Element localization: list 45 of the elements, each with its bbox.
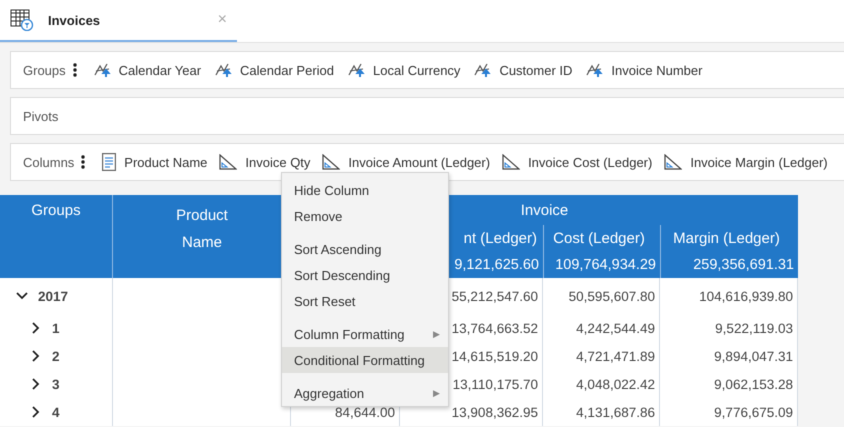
- group-field[interactable]: Local Currency: [373, 62, 460, 78]
- column-field[interactable]: Invoice Cost (Ledger): [528, 154, 652, 170]
- table-cell: 4,131,687.86: [576, 404, 655, 420]
- submenu-arrow-icon: ▶: [433, 388, 440, 398]
- submenu-arrow-icon: ▶: [433, 329, 440, 339]
- table-cell: 4,721,471.89: [576, 348, 655, 364]
- group-label: 3: [52, 376, 60, 392]
- menu-item[interactable]: Conditional Formatting: [282, 347, 448, 373]
- table-cell: 9,522,119.03: [715, 320, 793, 336]
- table-cell: 84,644.00: [334, 404, 395, 420]
- table-cell: 13,764,663.52: [452, 320, 538, 336]
- group-field[interactable]: Calendar Year: [118, 62, 202, 78]
- menu-item[interactable]: Column Formatting ▶: [282, 321, 448, 347]
- table-cell: 13,908,362.95: [452, 404, 538, 420]
- header-cell[interactable]: Groups: [0, 195, 113, 278]
- menu-item[interactable]: Sort Reset: [282, 288, 448, 314]
- group-field[interactable]: Calendar Period: [240, 62, 334, 78]
- header-cell[interactable]: Margin (Ledger): [660, 225, 798, 252]
- group-label: 1: [52, 320, 60, 336]
- column-field[interactable]: Invoice Margin (Ledger): [690, 154, 828, 170]
- table-cell: 9,894,047.31: [714, 348, 793, 364]
- group-label: 2: [52, 348, 60, 364]
- group-label: 2017: [38, 288, 68, 304]
- table-cell: 9,062,153.28: [714, 376, 793, 392]
- group-field[interactable]: Invoice Number: [611, 62, 702, 78]
- total-cell: 109,764,934.29: [543, 252, 660, 278]
- table-cell: 9,776,675.09: [714, 404, 793, 420]
- group-label: 4: [52, 404, 60, 420]
- menu-item[interactable]: Aggregation ▶: [282, 380, 448, 406]
- table-cell: 50,595,607.80: [568, 288, 655, 304]
- column-field[interactable]: Invoice Amount (Ledger): [348, 154, 490, 170]
- header-cell[interactable]: Cost (Ledger): [543, 225, 660, 252]
- table-cell: 4,242,544.49: [576, 320, 655, 336]
- panel-label: Groups: [23, 62, 66, 78]
- panel-label: Columns: [23, 154, 74, 170]
- table-cell: 14,615,519.20: [452, 348, 538, 364]
- table-cell: 104,616,939.80: [699, 288, 793, 304]
- column-field[interactable]: Product Name: [124, 154, 208, 170]
- table-cell: 13,110,175.70: [452, 376, 538, 392]
- table-cell: 55,212,547.60: [452, 288, 538, 304]
- column-field[interactable]: Invoice Qty: [245, 154, 310, 170]
- table-cell: 4,048,022.42: [576, 376, 655, 392]
- panel-label: Pivots: [23, 108, 58, 124]
- group-field[interactable]: Customer ID: [499, 62, 572, 78]
- total-cell: 259,356,691.31: [660, 252, 798, 278]
